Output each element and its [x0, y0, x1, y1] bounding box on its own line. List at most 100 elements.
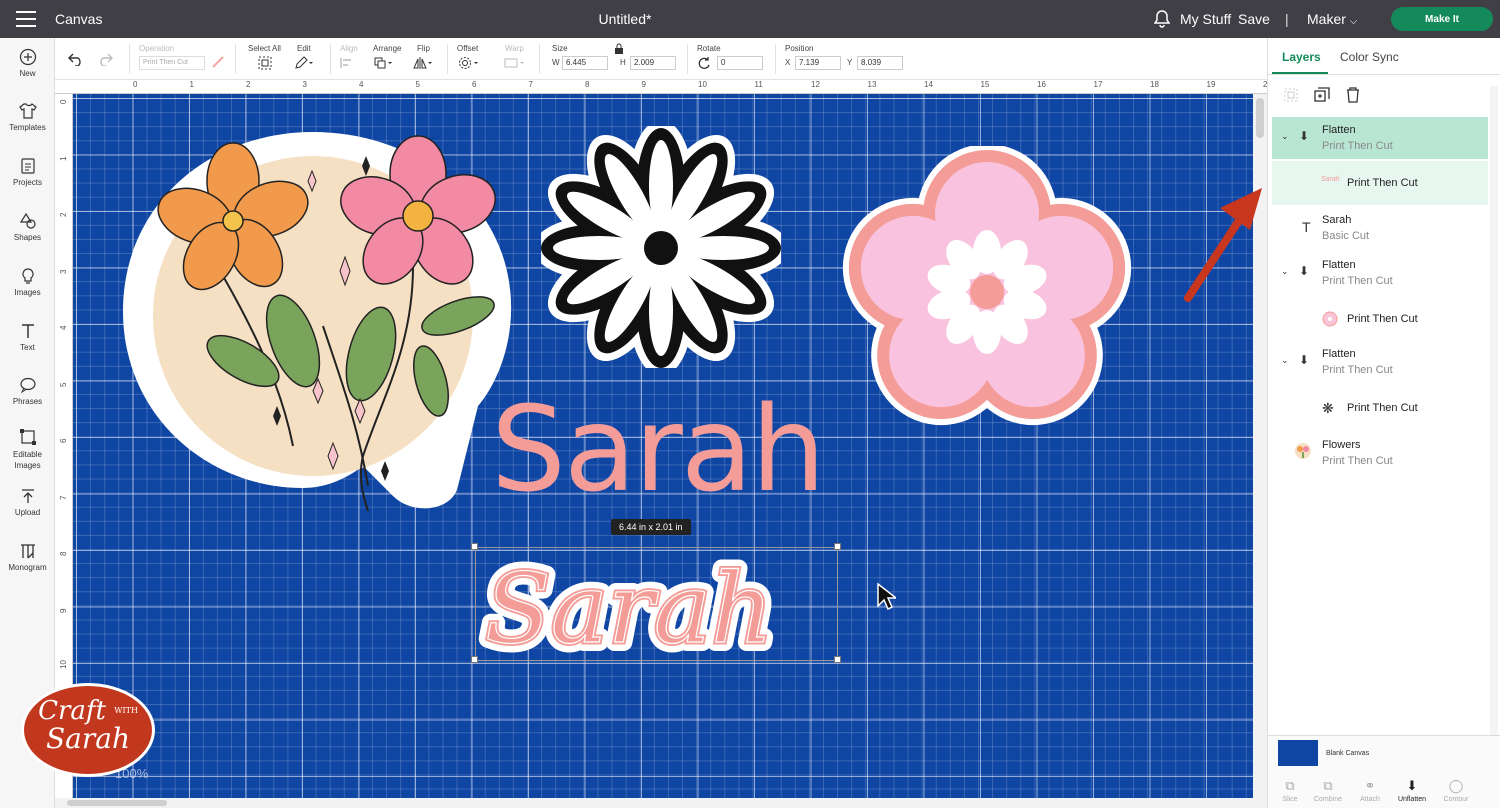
layer-flatten-2[interactable]: ⌄ ⬇ Flatten Print Then Cut — [1272, 254, 1488, 296]
height-input[interactable]: 2.009 — [630, 56, 676, 70]
ruler-tick-label: 5 — [415, 80, 420, 89]
chevron-down-icon[interactable]: ⌄ — [1281, 131, 1289, 142]
document-title[interactable]: Untitled* — [0, 11, 1250, 27]
ruler-tick-label: 10 — [698, 80, 707, 89]
attach-button[interactable]: ⚭ Attach — [1350, 778, 1390, 803]
layer-print-then-cut-3[interactable]: ❋ Print Then Cut — [1272, 388, 1488, 428]
ruler-tick-label: 0 — [133, 80, 138, 89]
sidebar-item-images[interactable]: Images — [0, 267, 55, 297]
height-axis-label: H — [620, 58, 626, 67]
sidebar-label: Upload — [14, 508, 41, 517]
pen-color-icon[interactable] — [211, 55, 225, 69]
rotate-input[interactable]: 0 — [717, 56, 763, 70]
dimension-tooltip: 6.44 in x 2.01 in — [611, 519, 691, 535]
save-link[interactable]: Save — [1238, 11, 1270, 27]
selection-box[interactable] — [475, 547, 838, 661]
chevron-down-icon[interactable]: ⌄ — [1281, 266, 1289, 277]
group-icon[interactable] — [1282, 86, 1300, 104]
bell-icon[interactable] — [1154, 10, 1170, 28]
sidebar-item-shapes[interactable]: Shapes — [0, 212, 55, 242]
flip-icon[interactable] — [413, 56, 435, 70]
layer-flatten-1[interactable]: ⌄ ⬇ Flatten Print Then Cut — [1272, 117, 1488, 159]
flatten-icon: ⬇ — [1299, 129, 1310, 143]
ruler-tick-label: 8 — [585, 80, 590, 89]
rotate-label: Rotate — [697, 44, 721, 53]
sidebar-item-editable-images[interactable]: Editable Images — [0, 428, 55, 471]
horizontal-scrollbar[interactable] — [55, 798, 1267, 808]
sarah-text-layer[interactable]: Sarah — [491, 390, 826, 508]
ruler-tick-label: 13 — [867, 80, 877, 89]
editable-image-icon — [19, 429, 36, 445]
position-x-input[interactable]: 7.139 — [795, 56, 841, 70]
arrange-icon[interactable] — [373, 56, 395, 70]
scroll-thumb[interactable] — [67, 800, 167, 806]
sidebar-label: Templates — [9, 123, 46, 132]
sidebar-item-monogram[interactable]: Monogram — [0, 542, 55, 572]
resize-handle[interactable] — [471, 543, 478, 550]
layer-print-then-cut-1[interactable]: Sarah Print Then Cut — [1272, 161, 1488, 205]
ruler-tick-label: 15 — [980, 80, 990, 89]
blank-canvas-swatch[interactable] — [1278, 740, 1318, 766]
make-it-button[interactable]: Make It — [1391, 7, 1493, 31]
resize-handle[interactable] — [834, 656, 841, 663]
pink-flower-sticker[interactable] — [841, 146, 1133, 446]
blank-canvas-label: Blank Canvas — [1326, 750, 1370, 757]
undo-icon[interactable] — [68, 52, 84, 66]
ruler-tick-label: 3 — [302, 80, 307, 89]
layer-flowers[interactable]: Flowers Print Then Cut — [1272, 432, 1488, 474]
offset-icon[interactable] — [457, 56, 481, 70]
layer-sub: Print Then Cut — [1322, 364, 1393, 376]
ruler-tick-label: 3 — [59, 269, 68, 274]
combine-button[interactable]: ⧉ Combine — [1308, 778, 1348, 803]
duplicate-icon[interactable] — [1313, 86, 1331, 104]
warp-icon[interactable] — [503, 56, 527, 70]
slice-button[interactable]: ⧉ Slice — [1270, 778, 1310, 803]
resize-handle[interactable] — [834, 543, 841, 550]
layer-name: Flatten — [1322, 124, 1356, 136]
rotate-icon[interactable] — [697, 56, 711, 70]
sidebar-label: Projects — [13, 178, 42, 187]
layer-flatten-3[interactable]: ⌄ ⬇ Flatten Print Then Cut — [1272, 343, 1488, 385]
layer-sarah-text[interactable]: T Sarah Basic Cut — [1272, 207, 1488, 251]
upload-icon — [21, 489, 34, 503]
machine-select[interactable]: Maker ⌵ — [1307, 11, 1357, 27]
tab-color-sync[interactable]: Color Sync — [1340, 50, 1399, 64]
my-stuff-link[interactable]: My Stuff — [1180, 11, 1231, 27]
sidebar-item-upload[interactable]: Upload — [0, 487, 55, 517]
ruler-tick-label: 4 — [359, 80, 364, 89]
width-axis-label: W — [552, 58, 560, 67]
size-label: Size — [552, 44, 568, 53]
sidebar-item-templates[interactable]: Templates — [0, 102, 55, 132]
scroll-thumb[interactable] — [1256, 98, 1264, 138]
position-y-input[interactable]: 8.039 — [857, 56, 903, 70]
redo-icon[interactable] — [97, 52, 113, 66]
sidebar-item-text[interactable]: Text — [0, 322, 55, 352]
unflatten-button[interactable]: ⬇ Unflatten — [1392, 778, 1432, 803]
shirt-icon — [18, 103, 37, 119]
contour-button[interactable]: ◯ Contour — [1436, 778, 1476, 803]
layers-panel: Layers Color Sync ⌄ ⬇ Flatten Print Then… — [1267, 38, 1500, 808]
layers-scrollbar[interactable] — [1490, 86, 1498, 736]
logo-with: WITH — [114, 706, 138, 715]
chevron-down-icon[interactable]: ⌄ — [1281, 355, 1289, 366]
daisy-sticker[interactable] — [541, 126, 781, 368]
layer-name: Flatten — [1322, 259, 1356, 271]
align-icon[interactable] — [339, 56, 361, 70]
design-canvas[interactable]: Sarah 6.44 in x 2.01 in Sarah Sarah Sara… — [73, 94, 1253, 798]
width-input[interactable]: 6.445 — [562, 56, 608, 70]
sidebar-label: New — [19, 69, 36, 78]
edit-pencil-icon[interactable] — [294, 56, 314, 70]
sidebar-item-projects[interactable]: Projects — [0, 157, 55, 187]
unflatten-icon: ⬇ — [1406, 778, 1418, 793]
lock-icon[interactable] — [614, 43, 624, 55]
select-all-icon[interactable] — [257, 56, 273, 70]
trash-icon[interactable] — [1344, 86, 1362, 104]
operation-select[interactable]: Print Then Cut — [139, 56, 205, 70]
layer-name: Print Then Cut — [1347, 402, 1418, 414]
resize-handle[interactable] — [471, 656, 478, 663]
flowers-sticker[interactable] — [113, 126, 523, 521]
sidebar-item-new[interactable]: New — [0, 48, 55, 78]
sidebar-item-phrases[interactable]: Phrases — [0, 376, 55, 406]
layer-print-then-cut-2[interactable]: Print Then Cut — [1272, 299, 1488, 339]
tab-layers[interactable]: Layers — [1282, 50, 1321, 64]
